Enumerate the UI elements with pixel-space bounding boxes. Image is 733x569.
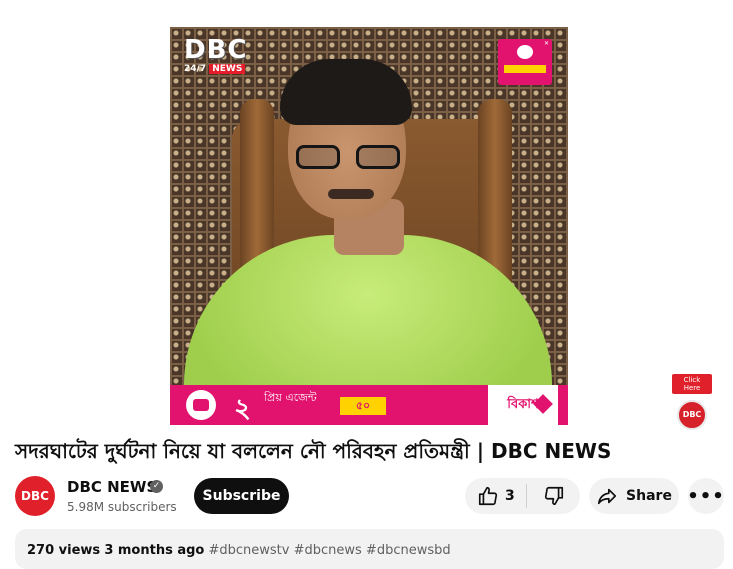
verified-check-icon: ✓: [150, 480, 163, 493]
channel-name[interactable]: DBC NEWS: [67, 478, 157, 496]
thumbs-up-icon: [478, 486, 498, 506]
ad-close-icon: ✕: [543, 40, 549, 47]
hashtags[interactable]: #dbcnewstv #dbcnews #dbcnewsbd: [209, 543, 451, 558]
share-label: Share: [626, 488, 672, 504]
watermark-dbc: DBC: [184, 35, 248, 65]
like-button[interactable]: 3: [465, 478, 526, 514]
click-here-label[interactable]: Click Here: [672, 374, 712, 394]
like-count: 3: [505, 488, 515, 504]
subscriber-count: 5.98M subscribers: [67, 500, 177, 514]
speaker-hair: [280, 59, 412, 125]
thumbs-down-icon: [544, 486, 563, 506]
corner-ad-bkash: ✕: [498, 39, 552, 85]
speaker-glasses: [296, 145, 400, 171]
agent-icon: [186, 390, 216, 420]
view-count: 270 views: [27, 543, 101, 558]
dislike-button[interactable]: [527, 478, 580, 514]
bkash-bubble-icon: [517, 45, 533, 59]
speaker-mustache: [328, 189, 374, 199]
upload-age: 3 months ago: [104, 543, 205, 558]
subscribe-button[interactable]: Subscribe: [194, 478, 289, 514]
bottom-ad-banner: ২ প্রিয় এজেন্ট ৫০ বিকাশ: [170, 385, 568, 425]
share-arrow-icon: [597, 488, 617, 505]
banner-text: প্রিয় এজেন্ট: [264, 391, 317, 404]
video-title: সদরঘাটের দুর্ঘটনা নিয়ে যা বললেন নৌ পরিব…: [15, 439, 612, 463]
description-box[interactable]: 270 views 3 months ago #dbcnewstv #dbcne…: [15, 529, 724, 569]
video-player[interactable]: DBC 24/7 NEWS ✕ ২ প্রিয় এজেন্ট ৫০ বিকাশ: [170, 27, 568, 425]
banner-strip: ৫০: [340, 397, 386, 415]
watermark-sub: 24/7 NEWS: [184, 64, 247, 74]
more-actions-button[interactable]: •••: [687, 478, 724, 514]
banner-number: ২: [234, 394, 251, 424]
channel-avatar[interactable]: DBC: [15, 476, 55, 516]
bkash-brand: বিকাশ: [488, 385, 558, 425]
corner-ad-strip: [504, 65, 546, 73]
dbc-badge-icon[interactable]: DBC: [677, 400, 707, 430]
click-here-ad[interactable]: Click Here DBC: [672, 374, 712, 430]
channel-watermark-logo: DBC 24/7 NEWS: [184, 37, 247, 74]
like-dislike-group: 3: [465, 478, 580, 514]
description-meta: 270 views 3 months ago #dbcnewstv #dbcne…: [27, 543, 451, 558]
share-button[interactable]: Share: [589, 478, 679, 514]
